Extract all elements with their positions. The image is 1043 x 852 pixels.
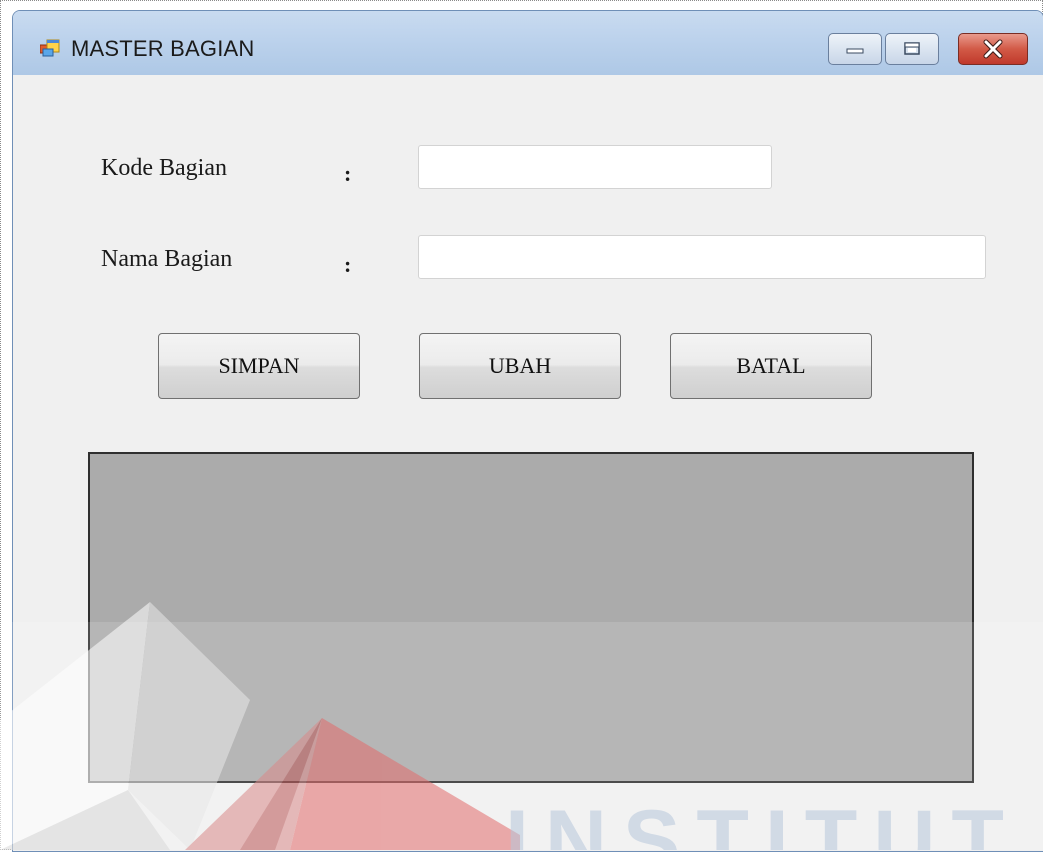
simpan-button[interactable]: SIMPAN — [158, 333, 360, 399]
kode-bagian-label: Kode Bagian — [101, 155, 227, 181]
ubah-button[interactable]: UBAH — [419, 333, 621, 399]
maximize-button[interactable] — [885, 33, 939, 65]
form-app-icon — [40, 39, 60, 57]
nama-bagian-input[interactable] — [418, 235, 986, 279]
nama-bagian-colon: : — [344, 252, 352, 277]
master-bagian-window: MASTER BAGIAN Kode Bagian : Nama Bagian … — [12, 10, 1043, 852]
window-title: MASTER BAGIAN — [71, 36, 255, 61]
title-bar[interactable]: MASTER BAGIAN — [13, 11, 1043, 75]
nama-bagian-label: Nama Bagian — [101, 246, 233, 272]
data-grid-view[interactable] — [88, 452, 974, 783]
close-icon — [983, 39, 1003, 59]
kode-bagian-input[interactable] — [418, 145, 772, 189]
maximize-icon — [904, 42, 920, 55]
minimize-icon — [846, 48, 864, 54]
minimize-button[interactable] — [828, 33, 882, 65]
kode-bagian-colon: : — [344, 161, 352, 186]
close-button[interactable] — [958, 33, 1028, 65]
batal-button[interactable]: BATAL — [670, 333, 872, 399]
